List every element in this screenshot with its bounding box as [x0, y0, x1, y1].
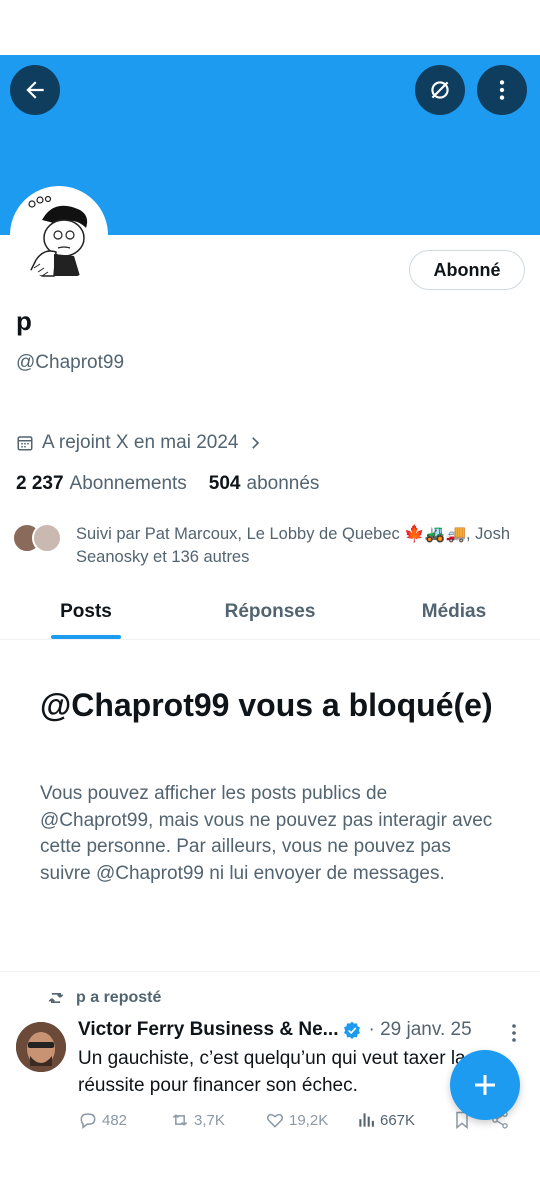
divider — [0, 971, 540, 972]
more-vertical-icon — [499, 80, 505, 100]
following-label: Abonnements — [69, 473, 187, 494]
compose-post-button[interactable] — [450, 1050, 520, 1120]
followed-by-text: Suivi par Pat Marcoux, Le Lobby de Quebe… — [76, 525, 511, 566]
tweet-header: Victor Ferry Business & Ne... · 29 janv.… — [78, 1019, 518, 1041]
back-button[interactable] — [10, 65, 60, 115]
views-count: 667K — [380, 1111, 416, 1129]
tweet-more-icon[interactable] — [507, 1023, 521, 1043]
joined-date-text: A rejoint X en mai 2024 — [42, 432, 239, 453]
plus-icon — [475, 1075, 495, 1095]
no-filter-icon — [431, 81, 449, 99]
joined-date-row[interactable]: A rejoint X en mai 2024 — [16, 432, 264, 454]
followers-count-link[interactable]: 504 abonnés — [209, 473, 320, 495]
following-count: 2 237 — [16, 473, 64, 494]
blocked-title: @Chaprot99 vous a bloqué(e) — [40, 687, 493, 723]
like-button[interactable]: 19,2K — [265, 1110, 356, 1130]
views-button[interactable]: 667K — [356, 1110, 452, 1130]
followed-by-row[interactable]: Suivi par Pat Marcoux, Le Lobby de Quebe… — [12, 523, 516, 569]
profile-handle: @Chaprot99 — [16, 352, 125, 373]
follower-avatar — [32, 523, 62, 553]
following-count-link[interactable]: 2 237 Abonnements — [16, 473, 187, 495]
profile-tabs: Posts Réponses Médias — [0, 585, 540, 640]
repost-icon — [172, 1114, 188, 1126]
repost-count: 3,7K — [194, 1111, 225, 1129]
repost-indicator[interactable]: p a reposté — [46, 988, 161, 1008]
tab-posts[interactable]: Posts — [0, 585, 172, 639]
reply-count: 482 — [102, 1111, 128, 1129]
following-button[interactable]: Abonné — [409, 250, 525, 290]
repost-icon — [48, 993, 64, 1003]
reply-icon — [80, 1113, 96, 1130]
chevron-right-icon — [252, 437, 260, 449]
tab-media[interactable]: Médias — [368, 585, 540, 639]
avatar-photo — [16, 1022, 66, 1072]
tweet-author-avatar[interactable] — [16, 1022, 66, 1072]
verified-icon — [344, 1021, 361, 1039]
calendar-icon — [17, 436, 33, 451]
tweet-actions: 482 3,7K 19,2K 667K — [78, 1110, 518, 1130]
more-options-button[interactable] — [477, 65, 527, 115]
followers-count: 504 — [208, 473, 241, 494]
repost-button[interactable]: 3,7K — [170, 1110, 265, 1130]
like-count: 19,2K — [289, 1111, 329, 1129]
tweet-date[interactable]: · 29 janv. 25 — [368, 1019, 471, 1041]
avatar-illustration — [14, 190, 104, 280]
followers-label: abonnés — [246, 473, 320, 494]
profile-display-name: p — [16, 306, 32, 336]
tab-replies[interactable]: Réponses — [172, 585, 368, 639]
blocked-description: Vous pouvez afficher les posts publics d… — [40, 783, 493, 884]
like-icon — [266, 1113, 284, 1128]
no-filter-button[interactable] — [415, 65, 465, 115]
follow-counts: 2 237 Abonnements 504 abonnés — [16, 473, 319, 495]
back-arrow-icon — [26, 81, 44, 99]
profile-avatar[interactable] — [10, 186, 108, 284]
tweet-author-name[interactable]: Victor Ferry Business & Ne... — [78, 1019, 338, 1041]
reply-button[interactable]: 482 — [78, 1110, 170, 1130]
views-icon — [359, 1113, 374, 1127]
tweet-text: Un gauchiste, c’est quelqu’un qui veut t… — [78, 1048, 466, 1096]
status-bar — [0, 0, 540, 55]
repost-label: p a reposté — [76, 989, 162, 1006]
